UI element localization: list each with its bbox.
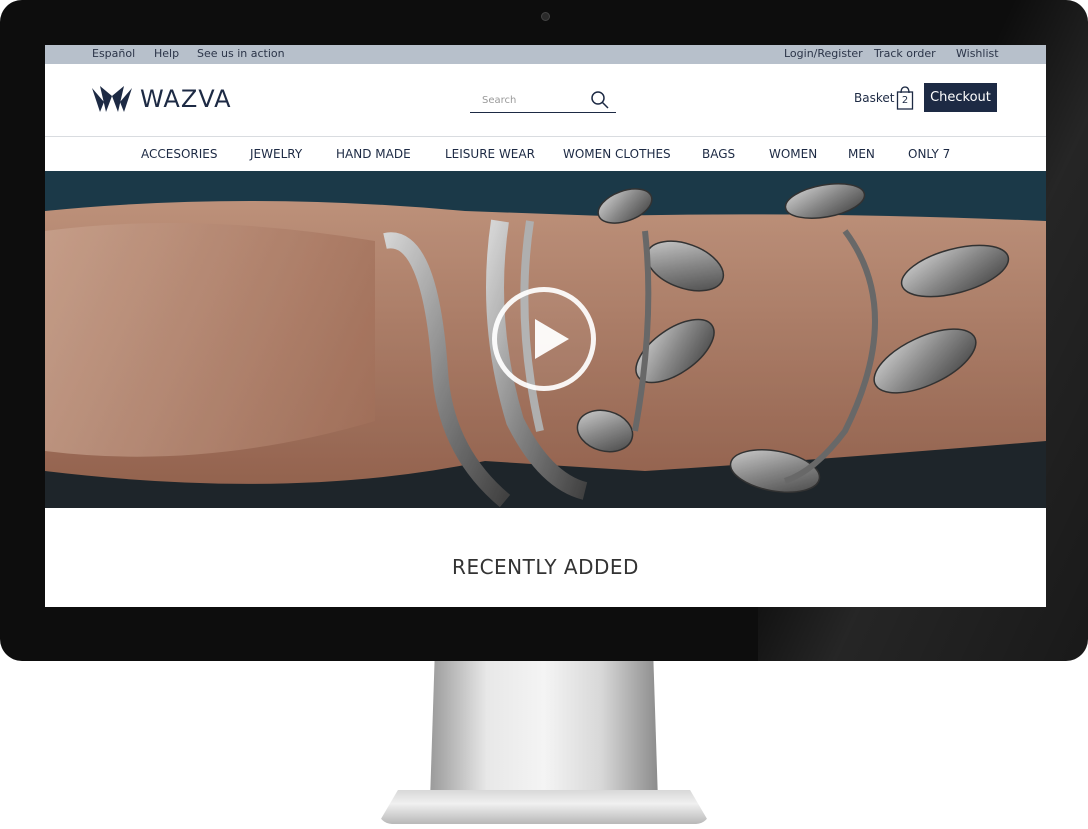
main-nav: ACCESORIES JEWELRY HAND MADE LEISURE WEA…	[45, 137, 1046, 171]
nav-item-jewelry[interactable]: JEWELRY	[250, 147, 302, 161]
wishlist-link[interactable]: Wishlist	[956, 47, 999, 60]
hero-video[interactable]	[45, 171, 1046, 508]
section-title: RECENTLY ADDED	[452, 555, 639, 579]
basket-count: 2	[901, 95, 909, 106]
help-link[interactable]: Help	[154, 47, 179, 60]
website-screen: Español Help See us in action Login/Regi…	[45, 45, 1046, 607]
monitor-frame: Español Help See us in action Login/Regi…	[0, 0, 1088, 661]
see-us-link[interactable]: See us in action	[197, 47, 285, 60]
logo-text: WAZVA	[140, 85, 232, 113]
logo[interactable]: WAZVA	[92, 84, 232, 114]
search-icon[interactable]	[590, 90, 610, 110]
monitor-stand-base	[378, 790, 710, 824]
nav-item-leisure-wear[interactable]: LEISURE WEAR	[445, 147, 535, 161]
language-link[interactable]: Español	[92, 47, 135, 60]
login-link[interactable]: Login/Register	[784, 47, 863, 60]
nav-item-women[interactable]: WOMEN	[769, 147, 817, 161]
nav-item-bags[interactable]: BAGS	[702, 147, 735, 161]
play-button[interactable]	[492, 287, 596, 391]
nav-item-men[interactable]: MEN	[848, 147, 875, 161]
nav-item-accesories[interactable]: ACCESORIES	[141, 147, 217, 161]
track-order-link[interactable]: Track order	[874, 47, 936, 60]
monitor-stand-neck	[430, 661, 658, 801]
search-input[interactable]	[470, 88, 594, 113]
checkout-button[interactable]: Checkout	[924, 83, 997, 112]
utility-bar: Español Help See us in action Login/Regi…	[45, 45, 1046, 64]
logo-icon	[92, 86, 132, 112]
basket-button[interactable]: 2	[896, 85, 914, 111]
nav-item-hand-made[interactable]: HAND MADE	[336, 147, 411, 161]
camera-dot	[541, 12, 550, 21]
site-header: WAZVA Basket 2 Checkout	[45, 64, 1046, 137]
search-box	[470, 88, 616, 113]
basket-label[interactable]: Basket	[854, 91, 894, 105]
nav-item-women-clothes[interactable]: WOMEN CLOTHES	[563, 147, 671, 161]
play-icon	[535, 319, 569, 359]
nav-item-only-7[interactable]: ONLY 7	[908, 147, 950, 161]
